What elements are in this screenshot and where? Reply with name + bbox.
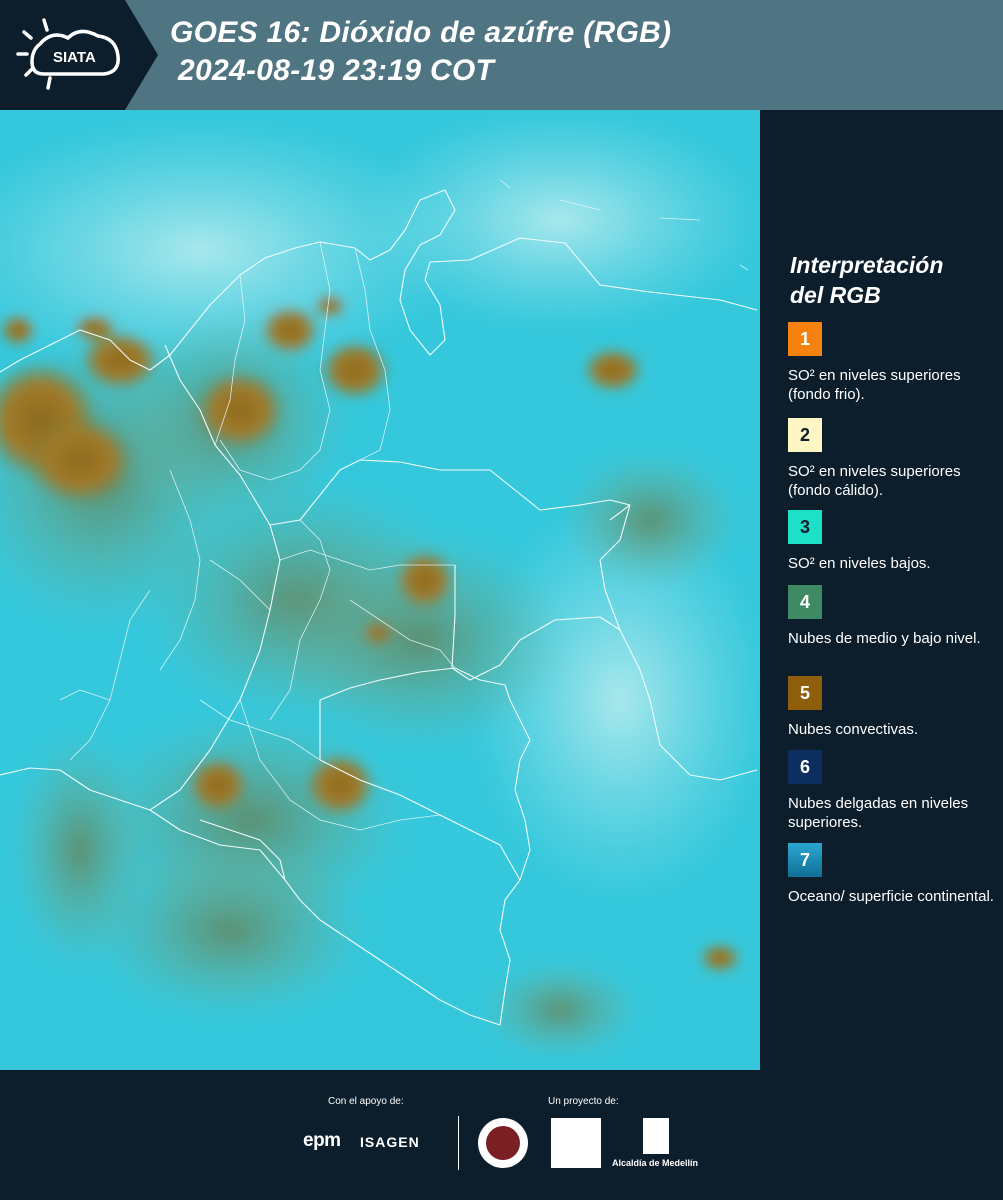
- satellite-map[interactable]: [0, 110, 760, 1070]
- footer-divider: [458, 1116, 459, 1170]
- title-line-2: 2024-08-19 23:19 COT: [178, 54, 495, 87]
- header: SIATA GOES 16: Dióxido de azúfre (RGB) 2…: [0, 0, 1003, 110]
- siata-logo: SIATA: [0, 0, 160, 110]
- legend-title-line-2: del RGB: [790, 282, 881, 308]
- legend-label-3: SO² en niveles bajos.: [788, 555, 931, 572]
- alcaldia-label: Alcaldía de Medellín: [612, 1158, 699, 1168]
- legend-label-4: Nubes de medio y bajo nivel.: [788, 630, 981, 647]
- legend-swatch-2: 2: [788, 418, 822, 452]
- legend-item-5: 5 Nubes convectivas.: [788, 676, 998, 739]
- legend-item-2: 2 SO² en niveles superiores (fondo cálid…: [788, 418, 998, 500]
- legend-swatch-3: 3: [788, 510, 822, 544]
- title-line-1: GOES 16: Dióxido de azúfre (RGB): [170, 16, 672, 49]
- legend-label-7: Oceano/ superficie continental.: [788, 888, 994, 905]
- legend-label-1: SO² en niveles superiores (fondo frio).: [788, 367, 961, 403]
- legend-label-2: SO² en niveles superiores (fondo cálido)…: [788, 463, 961, 499]
- legend-swatch-1: 1: [788, 322, 822, 356]
- legend-label-6: Nubes delgadas en niveles superiores.: [788, 795, 969, 831]
- legend-item-3: 3 SO² en niveles bajos.: [788, 510, 998, 573]
- area-metropolitana-logo: [551, 1118, 601, 1168]
- legend-title-line-1: Interpretación: [790, 252, 944, 278]
- project-label: Un proyecto de:: [548, 1096, 619, 1107]
- alcaldia-shield-icon: [643, 1118, 669, 1154]
- legend-item-1: 1 SO² en niveles superiores (fondo frio)…: [788, 322, 998, 404]
- footer: Con el apoyo de: Un proyecto de: epm ISA…: [0, 1070, 1003, 1200]
- page-title: GOES 16: Dióxido de azúfre (RGB) 2024-08…: [170, 14, 671, 90]
- support-label: Con el apoyo de:: [328, 1096, 404, 1107]
- epm-logo: epm: [303, 1130, 341, 1151]
- legend-swatch-7: 7: [788, 843, 822, 877]
- legend-swatch-6: 6: [788, 750, 822, 784]
- legend-item-7: 7 Oceano/ superficie continental.: [788, 843, 998, 906]
- medellin-seal-icon: [478, 1118, 528, 1168]
- legend-item-6: 6 Nubes delgadas en niveles superiores.: [788, 750, 998, 832]
- isagen-logo: ISAGEN: [360, 1134, 420, 1150]
- legend-title: Interpretación del RGB: [790, 250, 943, 310]
- legend-swatch-5: 5: [788, 676, 822, 710]
- legend-swatch-4: 4: [788, 585, 822, 619]
- legend-label-5: Nubes convectivas.: [788, 721, 919, 738]
- siata-logo-text: SIATA: [53, 49, 96, 66]
- legend-panel: Interpretación del RGB 1 SO² en niveles …: [760, 110, 1003, 1070]
- legend-item-4: 4 Nubes de medio y bajo nivel.: [788, 585, 998, 648]
